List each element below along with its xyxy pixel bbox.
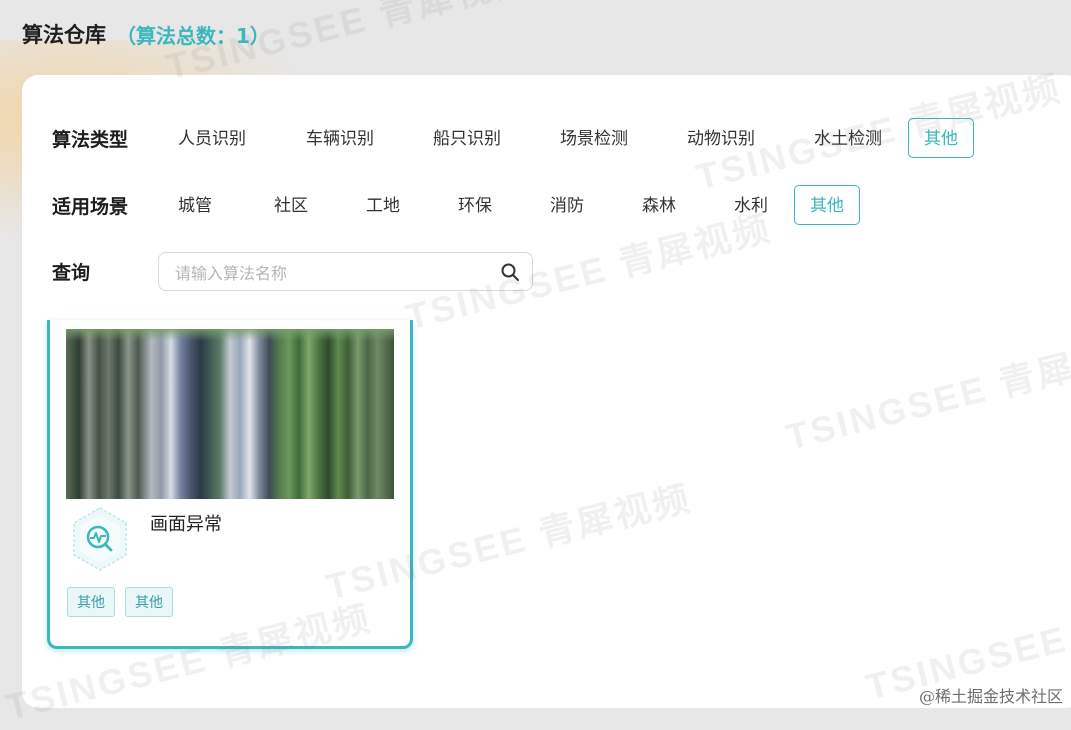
scene-option-urban[interactable]: 城管: [162, 185, 228, 225]
scene-option-construction[interactable]: 工地: [350, 185, 416, 225]
source-credit: @稀土掘金技术社区: [918, 687, 1063, 706]
search-box: [158, 252, 533, 291]
type-option-soil-water[interactable]: 水土检测: [798, 118, 898, 158]
search-input[interactable]: [173, 259, 487, 287]
tag-type: 其他: [67, 587, 115, 617]
type-option-vehicle[interactable]: 车辆识别: [290, 118, 390, 158]
page-title: 算法仓库: [22, 23, 106, 47]
tag-list: 其他 其他: [67, 587, 173, 617]
abnormal-detection-icon: [73, 507, 127, 571]
scene-option-community[interactable]: 社区: [258, 185, 324, 225]
type-option-animal[interactable]: 动物识别: [671, 118, 771, 158]
algorithm-title: 画面异常: [150, 514, 222, 535]
type-option-person[interactable]: 人员识别: [162, 118, 262, 158]
algorithm-type-label: 算法类型: [52, 128, 129, 151]
algorithm-card[interactable]: 画面异常 其他 其他: [47, 320, 413, 649]
page-header: 算法仓库 （算法总数：1）: [22, 18, 270, 50]
scenario-label: 适用场景: [52, 195, 129, 218]
scenario-filter: 适用场景 城管 社区 工地 环保 消防 森林 水利 其他: [52, 185, 860, 225]
query-row: 查询: [52, 252, 162, 291]
search-icon[interactable]: [500, 262, 520, 282]
type-option-ship[interactable]: 船只识别: [417, 118, 517, 158]
type-option-other[interactable]: 其他: [908, 118, 974, 158]
tag-scenario: 其他: [125, 587, 173, 617]
type-option-scene[interactable]: 场景检测: [544, 118, 644, 158]
main-panel: 算法类型 人员识别 车辆识别 船只识别 场景检测 动物识别 水土检测 其他 适用…: [22, 75, 1071, 708]
query-label: 查询: [52, 262, 91, 284]
scene-option-water[interactable]: 水利: [718, 185, 784, 225]
scene-option-environment[interactable]: 环保: [442, 185, 508, 225]
scene-option-forest[interactable]: 森林: [626, 185, 692, 225]
algorithm-count: （算法总数：1）: [116, 23, 270, 48]
scene-option-fire[interactable]: 消防: [534, 185, 600, 225]
algorithm-type-filter: 算法类型 人员识别 车辆识别 船只识别 场景检测 动物识别 水土检测 其他: [52, 118, 974, 158]
algorithm-thumbnail: [66, 329, 394, 499]
scene-option-other[interactable]: 其他: [794, 185, 860, 225]
